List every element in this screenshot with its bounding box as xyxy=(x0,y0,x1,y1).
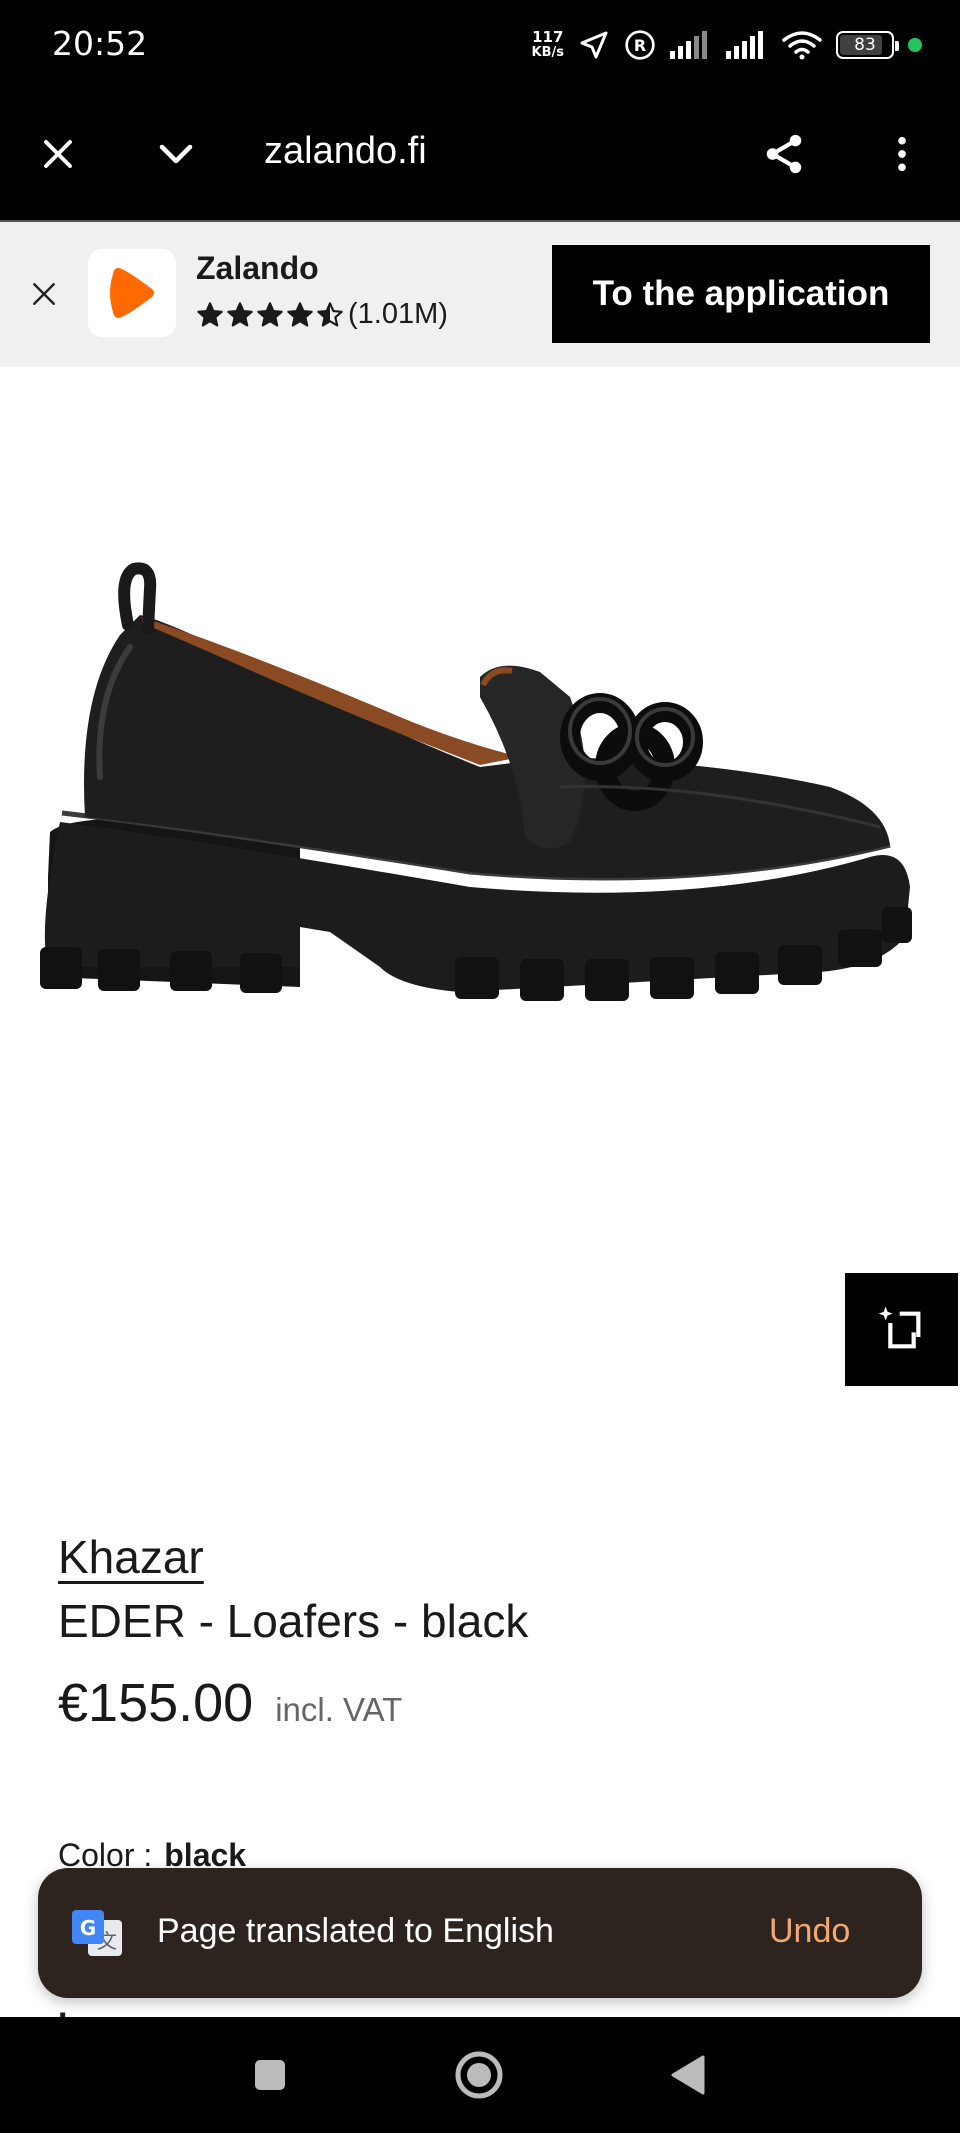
price-row: €155.00 incl. VAT xyxy=(58,1672,402,1734)
toast-message: Page translated to English xyxy=(157,1912,554,1950)
loafer-shoe-image xyxy=(40,562,912,1001)
chevron-down-icon xyxy=(159,144,193,164)
app-name: Zalando xyxy=(196,250,319,286)
net-speed-value: 117 xyxy=(532,28,564,46)
undo-button[interactable]: Undo xyxy=(769,1912,850,1951)
system-nav-bar xyxy=(0,2017,960,2133)
more-vert-icon xyxy=(898,136,906,172)
recents-button[interactable] xyxy=(240,2045,300,2105)
share-button[interactable] xyxy=(754,124,814,184)
more-options-button[interactable] xyxy=(872,124,932,184)
back-button[interactable] xyxy=(658,2045,718,2105)
banner-close-button[interactable] xyxy=(22,272,66,316)
status-time: 20:52 xyxy=(52,24,148,63)
find-similar-button[interactable] xyxy=(845,1273,958,1386)
product-price: €155.00 xyxy=(58,1673,254,1733)
battery-level: 83 xyxy=(854,35,876,55)
zalando-app-logo xyxy=(88,249,176,337)
signal-icon xyxy=(670,31,707,59)
browser-toolbar: zalando.fi xyxy=(0,90,960,220)
rating-stars xyxy=(196,301,344,329)
registered-icon: R xyxy=(625,30,655,60)
svg-text:G: G xyxy=(80,1916,96,1940)
close-icon xyxy=(33,283,55,305)
close-icon xyxy=(44,140,72,168)
status-icons: 117 KB/s R 83 xyxy=(532,24,922,66)
svg-text:R: R xyxy=(634,36,646,55)
product-title: EDER - Loafers - black xyxy=(58,1595,529,1647)
star-full-icon xyxy=(197,301,223,327)
product-image[interactable] xyxy=(0,367,960,1507)
zalando-logo-icon xyxy=(110,268,154,318)
minimize-button[interactable] xyxy=(146,124,206,184)
battery-icon: 83 xyxy=(836,31,899,59)
find-similar-icon xyxy=(878,1306,920,1348)
status-bar: 20:52 117 KB/s R 83 xyxy=(0,0,960,90)
translation-toast: 文 G Page translated to English Undo xyxy=(38,1868,922,1998)
vat-note: incl. VAT xyxy=(275,1691,403,1728)
privacy-indicator-dot xyxy=(908,38,922,52)
back-icon xyxy=(671,2055,705,2095)
app-rating: (1.01M) xyxy=(196,298,448,331)
star-full-icon xyxy=(227,301,253,327)
star-full-icon xyxy=(287,301,313,327)
home-button[interactable] xyxy=(449,2045,509,2105)
star-half-icon xyxy=(317,301,343,327)
close-tab-button[interactable] xyxy=(28,124,88,184)
rating-count: (1.01M) xyxy=(348,298,448,330)
net-speed: 117 KB/s xyxy=(531,28,564,61)
open-app-button[interactable]: To the application xyxy=(552,245,930,343)
location-arrow-icon xyxy=(580,31,608,59)
net-speed-unit: KB/s xyxy=(531,45,564,60)
share-icon xyxy=(766,134,802,174)
star-full-icon xyxy=(257,301,283,327)
recents-icon xyxy=(255,2060,285,2090)
signal-icon-2 xyxy=(726,31,763,59)
app-install-banner: Zalando (1.01M) To the application xyxy=(0,222,960,367)
wifi-icon xyxy=(782,31,822,60)
product-brand-link[interactable]: Khazar xyxy=(58,1530,204,1584)
home-icon xyxy=(455,2051,503,2099)
url-text[interactable]: zalando.fi xyxy=(264,130,427,173)
google-translate-icon: 文 G xyxy=(72,1910,122,1956)
